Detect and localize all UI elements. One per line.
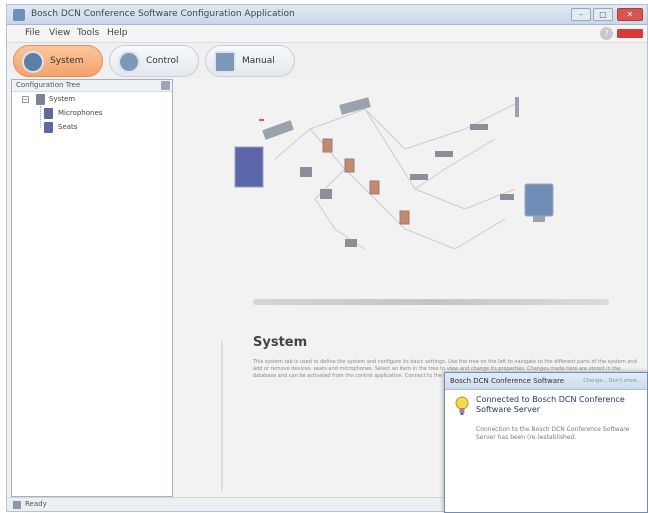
system-overview-diagram bbox=[234, 97, 554, 250]
notification-title: Bosch DCN Conference Software bbox=[450, 377, 565, 385]
minimize-button[interactable]: – bbox=[571, 8, 591, 21]
content-margin-bar bbox=[221, 341, 223, 491]
menu-view[interactable]: View bbox=[49, 28, 70, 38]
window-title: Bosch DCN Conference Software Configurat… bbox=[31, 9, 295, 19]
tree-node-microphones[interactable]: Microphones bbox=[44, 108, 164, 120]
delegate-unit-icon bbox=[369, 180, 380, 195]
toolbar: System Control Manual bbox=[7, 43, 647, 79]
status-text: Ready bbox=[25, 500, 47, 508]
system-button-label: System bbox=[50, 56, 84, 66]
central-unit-icon bbox=[262, 120, 294, 140]
section-divider bbox=[253, 299, 609, 305]
configuration-tree-panel: Configuration Tree − System Microphones … bbox=[11, 79, 173, 497]
manual-button-label: Manual bbox=[242, 56, 275, 66]
control-button[interactable]: Control bbox=[109, 45, 199, 77]
seat-icon bbox=[44, 122, 53, 133]
wall-panel-icon bbox=[234, 146, 264, 188]
notification-heading: Connected to Bosch DCN Conference Softwa… bbox=[476, 395, 625, 414]
menu-file[interactable]: File bbox=[25, 28, 40, 38]
tree-node-label: Microphones bbox=[58, 109, 103, 117]
pin-icon[interactable] bbox=[161, 81, 170, 90]
device-icon bbox=[345, 239, 357, 247]
tree-node-label: Seats bbox=[58, 123, 78, 131]
menu-tools[interactable]: Tools bbox=[77, 28, 99, 38]
system-icon bbox=[22, 51, 44, 73]
delegate-unit-icon bbox=[399, 210, 410, 225]
antenna-icon bbox=[515, 97, 519, 117]
delegate-unit-icon bbox=[322, 138, 333, 153]
device-icon bbox=[435, 151, 453, 157]
system-button[interactable]: System bbox=[13, 45, 103, 77]
menu-help[interactable]: Help bbox=[107, 28, 128, 38]
system-node-icon bbox=[36, 94, 45, 105]
delegate-unit-icon bbox=[344, 158, 355, 173]
status-led-icon bbox=[259, 119, 264, 121]
tree-node-seats[interactable]: Seats bbox=[44, 122, 164, 134]
help-icon[interactable]: ? bbox=[600, 27, 613, 40]
interpreter-desk-icon bbox=[320, 189, 332, 199]
app-icon bbox=[13, 9, 25, 21]
collapse-icon[interactable]: − bbox=[22, 96, 29, 103]
tree-panel-header: Configuration Tree bbox=[12, 80, 172, 92]
device-icon bbox=[470, 124, 488, 130]
menu-bar: File View Tools Help ? bbox=[7, 25, 647, 43]
tree-panel-title: Configuration Tree bbox=[16, 81, 81, 89]
pc-monitor-icon bbox=[524, 183, 554, 217]
device-icon bbox=[500, 194, 514, 200]
bosch-logo bbox=[617, 29, 643, 38]
manual-icon bbox=[214, 51, 236, 73]
interpreter-desk-icon bbox=[300, 167, 312, 177]
status-icon bbox=[13, 501, 21, 509]
central-unit-icon bbox=[339, 97, 371, 115]
tree-node-label: System bbox=[49, 95, 76, 103]
device-icon bbox=[410, 174, 428, 180]
notification-header: Bosch DCN Conference Software Change... … bbox=[445, 373, 647, 390]
control-button-label: Control bbox=[146, 56, 179, 66]
connection-notification[interactable]: Bosch DCN Conference Software Change... … bbox=[444, 372, 648, 513]
notification-options-link[interactable]: Change... Don't show... bbox=[583, 378, 641, 384]
pc-stand-icon bbox=[533, 216, 545, 222]
microphone-icon bbox=[44, 108, 53, 119]
lightbulb-icon bbox=[455, 396, 469, 415]
title-bar[interactable]: Bosch DCN Conference Software Configurat… bbox=[7, 5, 647, 25]
maximize-button[interactable]: □ bbox=[593, 8, 613, 21]
control-icon bbox=[118, 51, 140, 73]
close-button[interactable]: ✕ bbox=[617, 8, 643, 21]
tree-node-system[interactable]: − System bbox=[22, 94, 162, 106]
notification-body: Connection to the Bosch DCN Conference S… bbox=[476, 426, 630, 441]
page-title: System bbox=[253, 335, 308, 350]
manual-button[interactable]: Manual bbox=[205, 45, 295, 77]
